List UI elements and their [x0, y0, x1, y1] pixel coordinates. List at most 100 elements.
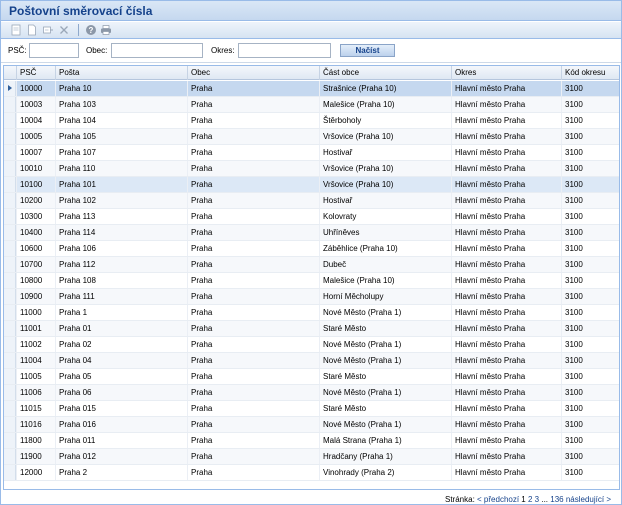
- row-marker[interactable]: [4, 353, 16, 368]
- table-row[interactable]: 10600 Praha 106 Praha Záběhlice (Praha 10) H…: [4, 241, 619, 257]
- cell-obec: Praha: [187, 81, 319, 96]
- row-marker[interactable]: [4, 273, 16, 288]
- row-marker[interactable]: [4, 129, 16, 144]
- pager-prev-link[interactable]: < předchozí: [477, 495, 519, 504]
- table-row[interactable]: 10007 Praha 107 Praha Hostivař Hlavní město …: [4, 145, 619, 161]
- column-header-cast-obce[interactable]: Část obce: [319, 66, 451, 80]
- row-marker[interactable]: [4, 305, 16, 320]
- pager-page-link[interactable]: 3: [535, 495, 539, 504]
- cell-posta: Praha 02: [55, 337, 187, 352]
- row-marker[interactable]: [4, 81, 16, 96]
- table-row[interactable]: 11004 Praha 04 Praha Nové Město (Praha 1) Hl…: [4, 353, 619, 369]
- cell-psc: 10000: [16, 81, 55, 96]
- grid-header: PSČ Pošta Obec Část obce Okres Kód okres…: [4, 66, 619, 80]
- postal-codes-window: Poštovní směrovací čísla ? PSČ: Obec: Ok…: [0, 0, 622, 505]
- cell-kod-okresu: 3100: [561, 257, 619, 272]
- cell-obec: Praha: [187, 145, 319, 160]
- row-marker[interactable]: [4, 225, 16, 240]
- table-row[interactable]: 10005 Praha 105 Praha Vršovice (Praha 10) Hl…: [4, 129, 619, 145]
- cell-psc: 11005: [16, 369, 55, 384]
- table-row[interactable]: 11015 Praha 015 Praha Staré Město Hlavní měs…: [4, 401, 619, 417]
- cell-posta: Praha 016: [55, 417, 187, 432]
- cell-kod-okresu: 3100: [561, 129, 619, 144]
- column-header-psc[interactable]: PSČ: [16, 66, 55, 80]
- cell-kod-okresu: 3100: [561, 241, 619, 256]
- cell-obec: Praha: [187, 417, 319, 432]
- table-row[interactable]: 10400 Praha 114 Praha Uhříněves Hlavní město…: [4, 225, 619, 241]
- table-row[interactable]: 10200 Praha 102 Praha Hostivař Hlavní město …: [4, 193, 619, 209]
- row-marker[interactable]: [4, 337, 16, 352]
- row-marker[interactable]: [4, 417, 16, 432]
- table-row[interactable]: 11000 Praha 1 Praha Nové Město (Praha 1) Hla…: [4, 305, 619, 321]
- cell-okres: Hlavní město Praha: [451, 257, 561, 272]
- obec-input[interactable]: [111, 43, 203, 58]
- table-row[interactable]: 11002 Praha 02 Praha Nové Město (Praha 1) Hl…: [4, 337, 619, 353]
- cell-psc: 10800: [16, 273, 55, 288]
- new-document-icon[interactable]: [26, 24, 38, 36]
- psc-input[interactable]: [29, 43, 79, 58]
- column-header-kod-okresu[interactable]: Kód okresu: [561, 66, 619, 80]
- column-header-okres[interactable]: Okres: [451, 66, 561, 80]
- row-marker[interactable]: [4, 289, 16, 304]
- delete-icon[interactable]: [58, 24, 70, 36]
- row-marker[interactable]: [4, 193, 16, 208]
- row-marker[interactable]: [4, 161, 16, 176]
- column-header-obec[interactable]: Obec: [187, 66, 319, 80]
- column-header-posta[interactable]: Pošta: [55, 66, 187, 80]
- cell-psc: 11900: [16, 449, 55, 464]
- row-marker[interactable]: [4, 177, 16, 192]
- row-marker[interactable]: [4, 369, 16, 384]
- cell-cast-obce: Uhříněves: [319, 225, 451, 240]
- table-row[interactable]: 11006 Praha 06 Praha Nové Město (Praha 1) Hl…: [4, 385, 619, 401]
- edit-icon[interactable]: [42, 24, 54, 36]
- psc-label: PSČ:: [8, 46, 27, 55]
- table-row[interactable]: 10100 Praha 101 Praha Vršovice (Praha 10) Hl…: [4, 177, 619, 193]
- print-icon[interactable]: [100, 24, 112, 36]
- row-marker[interactable]: [4, 401, 16, 416]
- cell-cast-obce: Vršovice (Praha 10): [319, 177, 451, 192]
- cell-kod-okresu: 3100: [561, 273, 619, 288]
- cell-psc: 10200: [16, 193, 55, 208]
- cell-cast-obce: Dubeč: [319, 257, 451, 272]
- cell-posta: Praha 105: [55, 129, 187, 144]
- add-record-icon[interactable]: [10, 24, 22, 36]
- row-marker[interactable]: [4, 241, 16, 256]
- row-marker[interactable]: [4, 321, 16, 336]
- load-button[interactable]: Načíst: [340, 44, 395, 57]
- table-row[interactable]: 11005 Praha 05 Praha Staré Město Hlavní měst…: [4, 369, 619, 385]
- row-marker[interactable]: [4, 385, 16, 400]
- cell-kod-okresu: 3100: [561, 145, 619, 160]
- table-row[interactable]: 12000 Praha 2 Praha Vinohrady (Praha 2) Hlav…: [4, 465, 619, 481]
- cell-kod-okresu: 3100: [561, 353, 619, 368]
- pager-last-page-link[interactable]: 136: [550, 495, 563, 504]
- cell-kod-okresu: 3100: [561, 113, 619, 128]
- table-row[interactable]: 11800 Praha 011 Praha Malá Strana (Praha 1)…: [4, 433, 619, 449]
- table-row[interactable]: 10003 Praha 103 Praha Malešice (Praha 10) Hl…: [4, 97, 619, 113]
- table-row[interactable]: 11900 Praha 012 Praha Hradčany (Praha 1) Hla…: [4, 449, 619, 465]
- cell-okres: Hlavní město Praha: [451, 81, 561, 96]
- table-row[interactable]: 10700 Praha 112 Praha Dubeč Hlavní město Pra…: [4, 257, 619, 273]
- table-row[interactable]: 10900 Praha 111 Praha Horní Měcholupy Hlavní…: [4, 289, 619, 305]
- row-marker[interactable]: [4, 113, 16, 128]
- table-row[interactable]: 10300 Praha 113 Praha Kolovraty Hlavní město…: [4, 209, 619, 225]
- table-row[interactable]: 11016 Praha 016 Praha Nové Město (Praha 1) H…: [4, 417, 619, 433]
- pager-next-link[interactable]: následující >: [566, 495, 611, 504]
- row-marker[interactable]: [4, 433, 16, 448]
- row-marker[interactable]: [4, 97, 16, 112]
- pager-page-link[interactable]: 2: [528, 495, 532, 504]
- row-marker[interactable]: [4, 465, 16, 480]
- row-marker[interactable]: [4, 209, 16, 224]
- row-marker[interactable]: [4, 449, 16, 464]
- postal-codes-grid: PSČ Pošta Obec Část obce Okres Kód okres…: [3, 65, 620, 490]
- cell-okres: Hlavní město Praha: [451, 113, 561, 128]
- table-row[interactable]: 10010 Praha 110 Praha Vršovice (Praha 10) Hl…: [4, 161, 619, 177]
- table-row[interactable]: 10800 Praha 108 Praha Malešice (Praha 10) Hl…: [4, 273, 619, 289]
- table-row[interactable]: 11001 Praha 01 Praha Staré Město Hlavní měst…: [4, 321, 619, 337]
- row-marker[interactable]: [4, 145, 16, 160]
- help-icon[interactable]: ?: [85, 24, 97, 36]
- okres-input[interactable]: [238, 43, 331, 58]
- table-row[interactable]: 10004 Praha 104 Praha Štěrboholy Hlavní měst…: [4, 113, 619, 129]
- cell-obec: Praha: [187, 305, 319, 320]
- table-row[interactable]: 10000 Praha 10 Praha Strašnice (Praha 10) Hl…: [4, 81, 619, 97]
- row-marker[interactable]: [4, 257, 16, 272]
